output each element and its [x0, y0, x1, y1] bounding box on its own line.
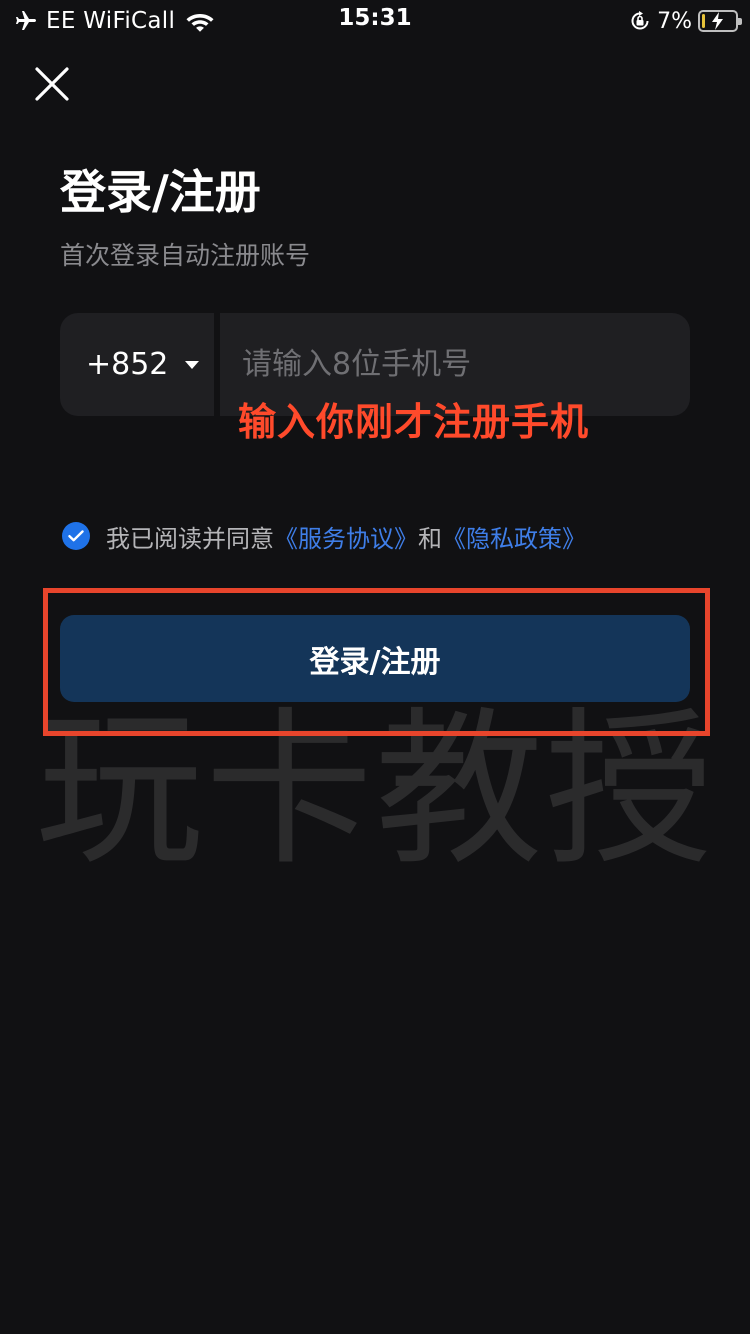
checkmark-icon [68, 530, 84, 542]
login-register-button[interactable]: 登录/注册 [60, 615, 690, 702]
battery-level [702, 14, 705, 28]
caret-down-icon [185, 360, 200, 369]
privacy-policy-link[interactable]: 《隐私政策》 [442, 519, 586, 554]
battery-charging-icon [698, 10, 742, 32]
close-button[interactable] [30, 62, 74, 106]
agreement-text: 我已阅读并同意 [106, 524, 274, 553]
close-icon [35, 67, 69, 101]
rotation-lock-icon [631, 11, 649, 30]
agreement-conjunction: 和 [418, 524, 442, 553]
battery-cap [738, 18, 742, 25]
terms-of-service-link[interactable]: 《服务协议》 [274, 519, 418, 554]
battery-percent: 7% [657, 8, 692, 34]
login-screen: EE WiFiCall 15:31 7% 登录/注册 首次登录自动注册账号 +8… [0, 0, 750, 1334]
status-bar-right: 7% [629, 6, 742, 36]
agreement-checkbox[interactable] [62, 522, 90, 550]
tutorial-annotation: 输入你刚才注册手机 [238, 400, 590, 444]
country-code-label: +852 [86, 347, 169, 382]
agreement-row: 我已阅读并同意 《服务协议》 和 《隐私政策》 [62, 518, 586, 554]
page-subtitle: 首次登录自动注册账号 [60, 241, 311, 270]
charging-bolt-icon [712, 12, 723, 30]
page-title: 登录/注册 [60, 165, 261, 219]
status-bar: EE WiFiCall 15:31 7% [0, 0, 750, 40]
country-code-select[interactable]: +852 [60, 313, 214, 416]
